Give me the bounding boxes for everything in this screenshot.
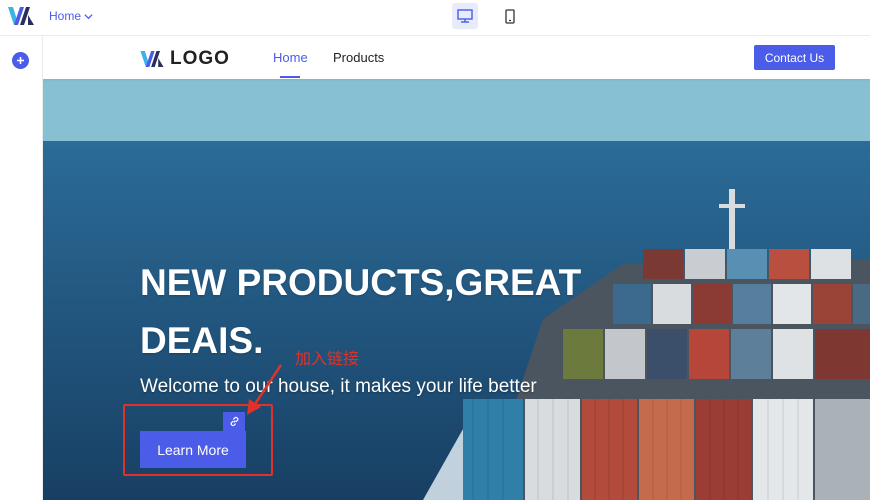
page-canvas: LOGO Home Products Contact Us NEW PRODUC… (43, 36, 870, 500)
logo-mark-icon (140, 51, 164, 67)
hero-title[interactable]: NEW PRODUCTS,GREAT DEAIS. (140, 254, 620, 370)
annotation-arrow-icon (247, 364, 283, 415)
mobile-view-button[interactable] (497, 3, 523, 29)
left-rail (0, 36, 43, 500)
editor-toolbar: Home (0, 0, 870, 36)
editor-logo (8, 7, 34, 25)
hero-banner[interactable]: NEW PRODUCTS,GREAT DEAIS. Welcome to our… (43, 79, 870, 500)
site-logo[interactable]: LOGO (140, 48, 230, 70)
link-icon (230, 416, 238, 427)
logo-text: LOGO (170, 48, 230, 69)
hero-subtitle[interactable]: Welcome to our house, it makes your life… (140, 376, 537, 398)
nav-home[interactable]: Home (273, 50, 308, 65)
desktop-view-button[interactable] (452, 3, 478, 29)
nav-active-indicator (280, 76, 300, 78)
page-selector-label: Home (49, 9, 82, 23)
plus-icon (17, 57, 24, 64)
chevron-down-icon (84, 13, 93, 19)
contact-us-button[interactable]: Contact Us (754, 45, 835, 70)
add-section-button[interactable] (12, 52, 29, 69)
page-selector[interactable]: Home (49, 9, 93, 23)
site-header: LOGO Home Products Contact Us (43, 36, 870, 79)
mobile-icon (505, 8, 515, 24)
desktop-icon (457, 9, 473, 23)
nav-products[interactable]: Products (333, 50, 384, 65)
learn-more-button[interactable]: Learn More (140, 431, 246, 468)
